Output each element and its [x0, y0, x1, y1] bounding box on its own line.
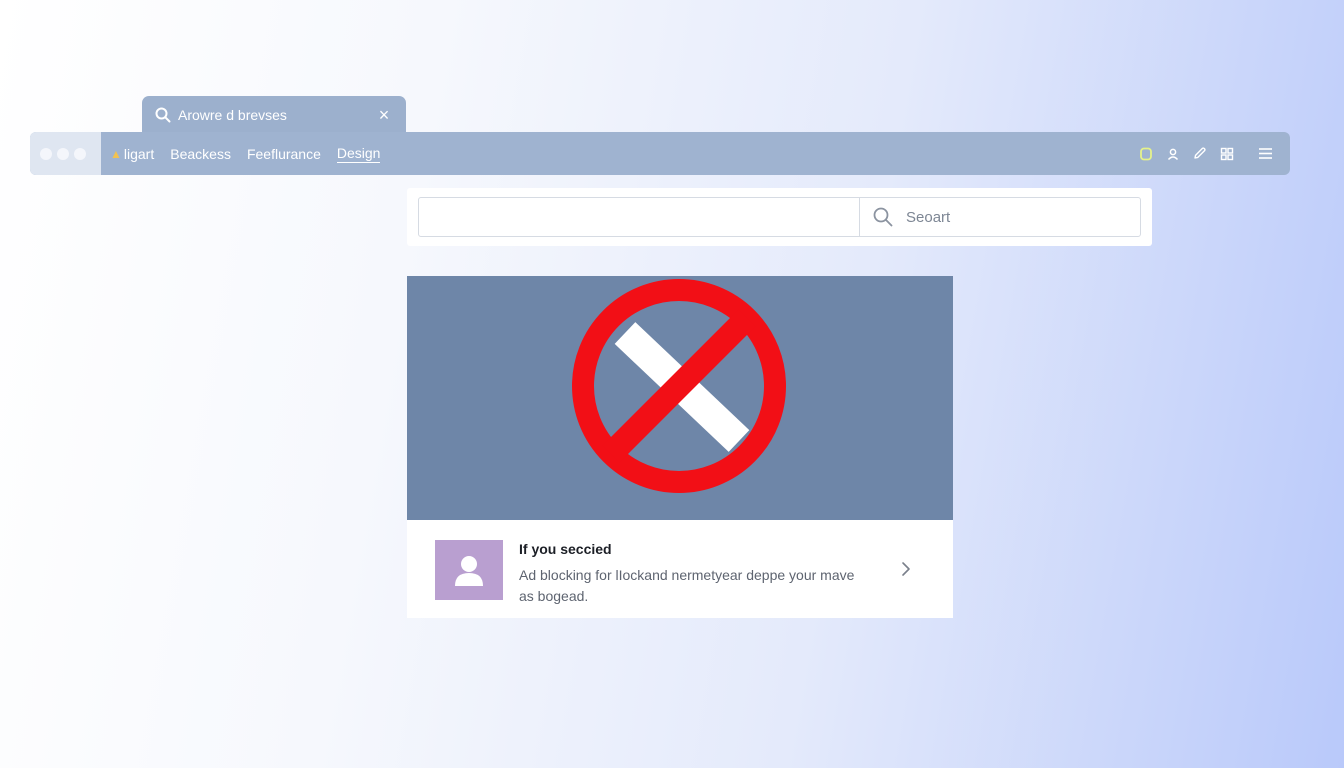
chevron-right-icon[interactable] [899, 561, 913, 577]
bell-icon: ▲ [110, 146, 122, 161]
nav-item-design[interactable]: Design [336, 144, 381, 163]
search-panel: Seoart [407, 188, 1152, 246]
user-placeholder-icon [435, 540, 503, 600]
hamburger-menu-icon[interactable] [1257, 145, 1274, 162]
nav-item-label: ligart [123, 145, 155, 162]
blocked-icon [572, 279, 786, 493]
pen-icon[interactable] [1191, 145, 1208, 162]
search-icon [154, 106, 172, 124]
search-input[interactable] [419, 198, 860, 236]
minimize-window-button[interactable] [57, 147, 69, 160]
nav-item-label: Feeflurance [246, 145, 321, 162]
nav-item-label: Beackess [170, 145, 231, 162]
browser-toolbar: ▲ ligart Beackess Feeflurance Design [30, 132, 1290, 175]
nav-item-ligart[interactable]: ▲ ligart [110, 146, 154, 162]
search-box: Seoart [418, 197, 1141, 237]
nav-bar: ▲ ligart Beackess Feeflurance Design [110, 132, 381, 175]
search-placeholder: Seoart [906, 208, 951, 226]
account-icon[interactable] [1164, 145, 1181, 162]
tab-title: Arowre d brevses [178, 107, 287, 123]
search-field[interactable]: Seoart [860, 198, 1140, 236]
ad-description: Ad blocking for lIockand nermetyear depp… [519, 567, 855, 604]
ad-title: If you seccied [519, 541, 612, 557]
search-icon [872, 206, 894, 228]
maximize-window-button[interactable] [74, 147, 86, 160]
grid-icon[interactable] [1218, 145, 1235, 162]
extension-icon[interactable] [1137, 145, 1154, 162]
nav-item-feeflurance[interactable]: Feeflurance [247, 146, 321, 162]
window-controls [30, 132, 101, 175]
ad-banner [407, 276, 953, 520]
nav-item-label: Design [336, 144, 381, 161]
ad-info-card[interactable]: If you seccied Ad blocking for lIockand … [407, 520, 953, 618]
browser-tab[interactable]: Arowre d brevses × [142, 96, 406, 134]
toolbar-tools [1137, 145, 1290, 162]
close-window-button[interactable] [40, 147, 52, 160]
close-icon[interactable]: × [376, 106, 392, 124]
nav-item-beackess[interactable]: Beackess [170, 146, 231, 162]
